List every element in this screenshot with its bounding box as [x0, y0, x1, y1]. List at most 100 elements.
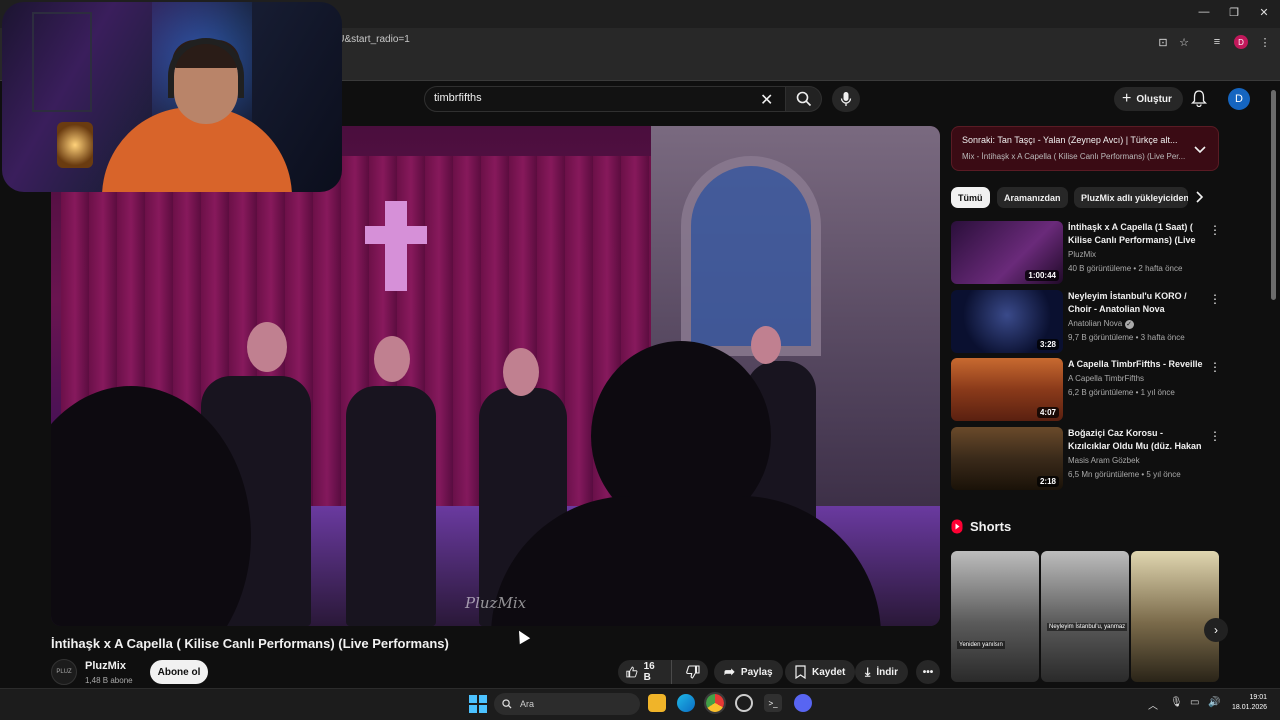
chip-all[interactable]: Tümü — [951, 187, 990, 208]
mouse-cursor — [513, 627, 531, 645]
shorts-next-button[interactable]: › — [1204, 618, 1228, 642]
media-control-icon[interactable]: ≡ — [1210, 35, 1224, 49]
bookmark-icon — [795, 665, 806, 679]
recommendation-channel[interactable]: PluzMix — [1068, 250, 1096, 259]
video-player[interactable]: PluzMix — [51, 126, 940, 626]
search-input[interactable] — [434, 92, 734, 104]
steam-icon[interactable] — [735, 694, 753, 712]
video-thumbnail[interactable]: 4:07 — [951, 358, 1063, 421]
browser-menu-icon[interactable]: ⋮ — [1258, 35, 1272, 49]
account-avatar[interactable]: D — [1228, 88, 1250, 110]
short-item[interactable]: Neyleyim İstanbul'u, yanmaz — [1041, 551, 1129, 682]
share-label: Paylaş — [740, 666, 773, 678]
recommendation-channel[interactable]: A Capella TimbrFifths — [1068, 374, 1144, 383]
cross-symbol-bar — [365, 226, 427, 244]
dislike-button[interactable] — [678, 665, 708, 679]
taskbar-clock[interactable]: 19:01 18.01.2026 — [1232, 693, 1267, 713]
profile-avatar[interactable]: D — [1234, 35, 1248, 49]
bookmark-star-icon[interactable]: ☆ — [1177, 35, 1191, 49]
recommendation-channel[interactable]: Anatolian Nova ✓ — [1068, 319, 1134, 329]
subscriber-count: 1,48 B abone — [85, 676, 133, 685]
clear-search-icon[interactable]: ✕ — [760, 90, 773, 110]
recommendation-item[interactable]: 1:00:44 İntihaşk x A Capella (1 Saat) ( … — [951, 221, 1221, 285]
singer-head — [503, 348, 539, 396]
volume-icon[interactable]: 🔊 — [1208, 697, 1220, 708]
chevron-right-icon[interactable] — [1196, 190, 1204, 208]
microphone-icon — [840, 92, 852, 106]
channel-name[interactable]: PluzMix — [85, 660, 126, 672]
short-caption: Yeniden yanılsın — [957, 641, 1005, 649]
network-icon[interactable]: ▭ — [1190, 697, 1199, 708]
recommendation-meta: 6,2 B görüntüleme • 1 yıl önce — [1068, 388, 1175, 397]
search-button[interactable] — [786, 86, 822, 112]
chevron-down-icon[interactable] — [1194, 141, 1206, 159]
video-watermark: PluzMix — [465, 594, 527, 612]
minimize-icon[interactable]: — — [1196, 6, 1212, 18]
up-next-panel[interactable] — [951, 126, 1219, 171]
subscribe-button[interactable]: Abone ol — [150, 660, 208, 684]
page-scrollbar[interactable] — [1271, 90, 1276, 300]
download-label: İndir — [876, 666, 898, 678]
up-next-title[interactable]: Sonraki: Tan Taşçı - Yalan (Zeynep Avcı)… — [962, 135, 1187, 145]
duration-badge: 4:07 — [1036, 407, 1059, 418]
chrome-browser-icon[interactable] — [704, 692, 726, 714]
share-icon: ➦ — [724, 664, 735, 679]
short-caption: Neyleyim İstanbul'u, yanmaz — [1047, 623, 1128, 631]
recommendation-item[interactable]: 4:07 A Capella TimbrFifths - Reveille A … — [951, 358, 1221, 422]
taskbar-search[interactable]: Ara — [494, 693, 640, 715]
maximize-icon[interactable]: ❐ — [1226, 6, 1242, 19]
save-button[interactable]: Kaydet — [785, 660, 856, 684]
search-icon — [502, 699, 512, 709]
recommendation-title[interactable]: A Capella TimbrFifths - Reveille — [1068, 358, 1204, 371]
duration-badge: 2:18 — [1036, 476, 1059, 487]
recommendation-title[interactable]: Boğaziçi Caz Korosu - Kızılcıklar Oldu M… — [1068, 427, 1204, 453]
windows-taskbar — [0, 688, 1280, 720]
clock-date: 18.01.2026 — [1232, 704, 1268, 711]
recommendation-item[interactable]: 3:28 Neyleyim İstanbul'u KORO / Choir - … — [951, 290, 1221, 354]
singer-head — [247, 322, 287, 372]
more-vert-icon[interactable]: ⋮ — [1209, 429, 1221, 443]
recommendation-meta: 9,7 B görüntüleme • 3 hafta önce — [1068, 333, 1185, 342]
more-vert-icon[interactable]: ⋮ — [1209, 292, 1221, 306]
chip-from-uploader[interactable]: PluzMix adlı yükleyiciden — [1074, 187, 1188, 208]
more-vert-icon[interactable]: ⋮ — [1209, 223, 1221, 237]
recommendation-channel[interactable]: Masis Aram Gözbek — [1068, 456, 1140, 465]
microphone-tray-icon[interactable]: 🎙 — [1170, 697, 1183, 708]
more-actions-button[interactable]: ••• — [916, 660, 940, 684]
channel-avatar[interactable]: PLUZ — [51, 659, 77, 685]
edge-browser-icon[interactable] — [677, 694, 695, 712]
chevron-right-icon: › — [1214, 623, 1218, 637]
video-thumbnail[interactable]: 1:00:44 — [951, 221, 1063, 284]
video-title: İntihaşk x A Capella ( Kilise Canlı Perf… — [51, 636, 449, 651]
chip-from-search[interactable]: Aramanızdan — [997, 187, 1068, 208]
up-next-subtitle: Mix - İntihaşk x A Capella ( Kilise Canl… — [962, 152, 1186, 161]
like-button[interactable]: 16 B — [618, 660, 672, 684]
voice-search-button[interactable] — [832, 86, 860, 112]
thumbs-down-icon — [686, 665, 700, 679]
singer-head — [751, 326, 781, 364]
download-button[interactable]: ⤓ İndir — [855, 660, 908, 684]
more-vert-icon[interactable]: ⋮ — [1209, 360, 1221, 374]
video-thumbnail[interactable]: 3:28 — [951, 290, 1063, 353]
windows-start-icon[interactable] — [469, 695, 487, 713]
close-icon[interactable]: ✕ — [1256, 6, 1272, 19]
duration-badge: 1:00:44 — [1025, 270, 1059, 281]
notifications-bell-icon[interactable] — [1190, 89, 1208, 112]
tray-overflow-icon[interactable]: ︿ — [1148, 697, 1158, 712]
share-button[interactable]: ➦ Paylaş — [714, 660, 783, 684]
terminal-icon[interactable]: >_ — [764, 694, 782, 712]
short-item[interactable]: Yeniden yanılsın — [951, 551, 1039, 682]
duration-badge: 3:28 — [1036, 339, 1059, 350]
like-count: 16 B — [643, 661, 655, 683]
discord-icon[interactable] — [794, 694, 812, 712]
short-item[interactable] — [1131, 551, 1219, 682]
install-app-icon[interactable]: ⊡ — [1156, 35, 1170, 49]
video-thumbnail[interactable]: 2:18 — [951, 427, 1063, 490]
recommendation-title[interactable]: Neyleyim İstanbul'u KORO / Choir - Anato… — [1068, 290, 1204, 316]
taskbar-search-placeholder: Ara — [520, 699, 535, 709]
recommendation-item[interactable]: 2:18 Boğaziçi Caz Korosu - Kızılcıklar O… — [951, 427, 1221, 491]
create-button[interactable]: + Oluştur — [1114, 87, 1183, 111]
file-explorer-icon[interactable] — [648, 694, 666, 712]
clock-time: 19:01 — [1249, 694, 1268, 701]
recommendation-title[interactable]: İntihaşk x A Capella (1 Saat) ( Kilise C… — [1068, 221, 1204, 247]
